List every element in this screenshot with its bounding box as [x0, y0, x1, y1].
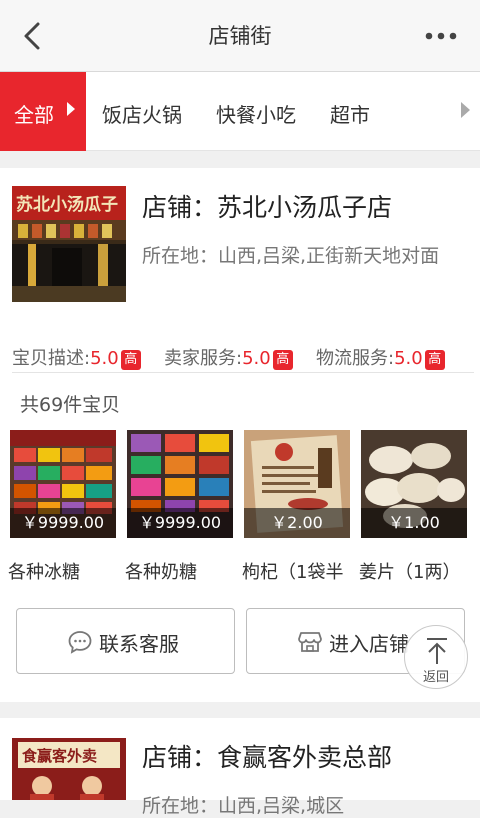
shop-location: 所在地：山西,吕梁,城区	[142, 795, 345, 817]
rating-label: 卖家服务:	[164, 348, 243, 369]
tab-label: 全部	[14, 103, 54, 127]
tab-restaurant-hotpot[interactable]: 饭店火锅	[102, 99, 182, 128]
product-name: 各种冰糖	[8, 562, 80, 583]
back-to-top-button[interactable]: 返回	[404, 625, 468, 689]
shop-image[interactable]: 食赢客外卖	[12, 738, 126, 800]
product-price: ￥9999.00	[10, 508, 116, 538]
back-to-top-label: 返回	[422, 670, 449, 685]
rating-label: 物流服务:	[316, 348, 395, 369]
scroll-right-icon[interactable]	[461, 102, 470, 118]
contact-service-label: 联系客服	[99, 632, 179, 656]
shop-name[interactable]: 店铺：食赢客外卖总部	[142, 738, 392, 774]
enter-shop-label: 进入店铺	[329, 632, 409, 656]
divider	[12, 372, 474, 373]
product-price: ￥2.00	[244, 508, 350, 538]
product-price: ￥1.00	[361, 508, 467, 538]
shop-location: 所在地：山西,吕梁,正街新天地对面	[142, 245, 440, 267]
page-title: 店铺街	[208, 24, 272, 48]
category-tabs: 全部 饭店火锅 快餐小吃 超市	[0, 72, 480, 151]
rating-value: 5.0	[90, 348, 119, 369]
rating-label: 宝贝描述:	[12, 348, 91, 369]
tab-supermarket[interactable]: 超市	[330, 99, 370, 128]
shop-card[interactable]: 苏北小汤瓜子 店铺：苏北小汤瓜子店 所在地：山西,吕梁,正街新天地对面 宝贝描述…	[0, 168, 480, 702]
shop-image[interactable]: 苏北小汤瓜子	[12, 186, 126, 302]
rating-badge: 高	[272, 350, 293, 370]
product-name: 枸杞（1袋半	[242, 562, 344, 583]
shop-sign-text: 食赢客外卖	[22, 747, 97, 765]
shop-sign-text: 苏北小汤瓜子	[16, 194, 118, 215]
store-icon	[298, 632, 322, 652]
more-dots-icon[interactable]	[424, 26, 458, 46]
tab-fastfood-snacks[interactable]: 快餐小吃	[216, 99, 296, 128]
shop-name[interactable]: 店铺：苏北小汤瓜子店	[142, 188, 392, 224]
rating-badge: 高	[424, 350, 445, 370]
shop-card[interactable]: 食赢客外卖 店铺：食赢客外卖总部 所在地：山西,吕梁,城区	[0, 718, 480, 817]
rating-badge: 高	[120, 350, 141, 370]
rating-value: 5.0	[394, 348, 423, 369]
product-count: 共69件宝贝	[20, 394, 121, 416]
rating-value: 5.0	[242, 348, 271, 369]
arrow-up-icon	[427, 638, 447, 664]
tab-all[interactable]: 全部	[0, 72, 86, 151]
product-price: ￥9999.00	[127, 508, 233, 538]
caret-right-icon	[67, 102, 75, 116]
contact-service-button[interactable]: 联系客服	[16, 608, 235, 674]
chat-bubble-icon	[68, 631, 92, 654]
product-name: 姜片（1两）	[359, 562, 461, 583]
top-bar: 店铺街	[0, 0, 480, 72]
product-name: 各种奶糖	[125, 562, 197, 583]
